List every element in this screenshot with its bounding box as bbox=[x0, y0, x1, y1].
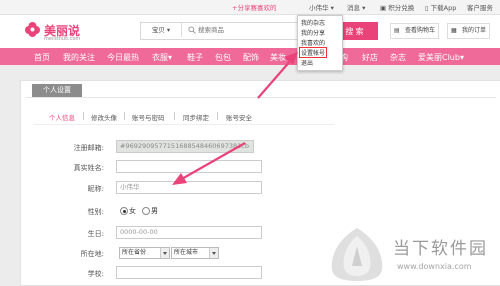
school-field[interactable] bbox=[116, 266, 262, 279]
nickname-field[interactable]: 小伟华 bbox=[116, 181, 262, 194]
nickname-label: 昵称: bbox=[87, 185, 104, 193]
chevron-down-icon bbox=[209, 248, 218, 258]
school-label: 学校: bbox=[87, 270, 104, 278]
province-select-label: 所在省份 bbox=[122, 249, 147, 256]
download-label: 下载App bbox=[430, 4, 457, 12]
nav-item-home[interactable]: 首页 bbox=[34, 52, 50, 63]
email-field: #9692909577151688548460697381cb bbox=[116, 140, 254, 153]
subtab-account-password[interactable]: 账号与密码 bbox=[132, 112, 165, 122]
view-cart-button[interactable]: ▤ 查看购物车 bbox=[390, 23, 440, 39]
nav-item-club[interactable]: 爱美丽Club▾ bbox=[418, 52, 464, 63]
city-select[interactable]: 所在城市 bbox=[171, 247, 219, 259]
menu-item-my-magazine[interactable]: 我的杂志 bbox=[301, 18, 325, 27]
logo-flower-icon[interactable] bbox=[24, 21, 41, 38]
subtab-separator bbox=[217, 112, 218, 120]
points-label: 积分兑换 bbox=[388, 4, 415, 12]
nav-item-magazine[interactable]: 杂志 bbox=[390, 52, 406, 63]
gender-female-radio[interactable] bbox=[120, 207, 128, 215]
user-menu[interactable]: 小伟华 ▾ bbox=[309, 2, 334, 12]
logo-subtitle: meilishuo.com bbox=[44, 36, 81, 42]
orders-icon: ▦ bbox=[451, 27, 457, 34]
menu-item-my-likes[interactable]: 我喜欢的 bbox=[301, 38, 325, 47]
menu-item-logout[interactable]: 退出 bbox=[301, 58, 313, 67]
menu-item-account-settings[interactable]: 设置帐号 bbox=[299, 47, 328, 58]
tab-personal-settings[interactable]: 个人设置 bbox=[32, 84, 82, 97]
subtab-account-security[interactable]: 账号安全 bbox=[226, 112, 252, 122]
location-label: 所在地: bbox=[80, 250, 104, 258]
nav-club-label: 爱美丽Club bbox=[418, 53, 460, 62]
my-orders-label: 我的订单 bbox=[462, 27, 487, 34]
customer-service-link[interactable]: 客户服务 bbox=[467, 2, 493, 12]
view-cart-label: 查看购物车 bbox=[405, 27, 436, 34]
nav-item-bags[interactable]: 包包 bbox=[215, 52, 231, 63]
watermark-url: www.downxia.com bbox=[397, 262, 472, 271]
nav-item-accessories[interactable]: 配饰 bbox=[243, 52, 259, 63]
my-orders-button[interactable]: ▦ 我的订单 bbox=[447, 23, 491, 39]
menu-item-my-shares[interactable]: 我的分享 bbox=[301, 28, 325, 37]
chevron-down-icon bbox=[160, 248, 169, 258]
subtab-sync-binding[interactable]: 同步绑定 bbox=[183, 112, 209, 122]
subtab-personal-info[interactable]: 个人信息 bbox=[49, 112, 75, 122]
top-bar: +分享赛喜欢的 小伟华 ▾ 消息 ▾ ▣ 积分兑换 ▯ 下载App 客户服务 bbox=[0, 0, 500, 15]
nav-item-shoes[interactable]: 鞋子 bbox=[187, 52, 203, 63]
watermark-title: 当下软件园 bbox=[393, 239, 488, 259]
nav-item-beauty[interactable]: 美妆 bbox=[270, 52, 286, 63]
real-name-field[interactable] bbox=[116, 160, 262, 173]
province-select[interactable]: 所在省份 bbox=[119, 247, 170, 259]
subtab-change-avatar[interactable]: 修改头像 bbox=[91, 112, 117, 122]
city-select-label: 所在城市 bbox=[174, 249, 199, 256]
nav-item-hot-today[interactable]: 今日最热 bbox=[107, 52, 139, 63]
birthday-field[interactable]: 0000-00-00 bbox=[116, 226, 262, 239]
gender-male-radio[interactable] bbox=[142, 207, 150, 215]
subtab-separator bbox=[83, 112, 84, 120]
messages-label: 消息 bbox=[347, 4, 360, 12]
phone-icon: ▯ bbox=[425, 4, 429, 12]
nav-item-good-shops[interactable]: 好店 bbox=[362, 52, 378, 63]
user-name: 小伟华 bbox=[309, 4, 329, 12]
main-nav: 首页 我的关注 今日最热 衣服▾ 鞋子 包包 配饰 美妆 家居 购 好店 杂志 … bbox=[0, 48, 500, 65]
gift-icon: ▣ bbox=[380, 4, 387, 12]
cart-icon: ▤ bbox=[394, 27, 400, 34]
watermark-logo-icon bbox=[331, 228, 383, 281]
gender-female-label: 女 bbox=[129, 207, 136, 215]
birthday-label: 生日: bbox=[87, 230, 104, 238]
messages-link[interactable]: 消息 ▾ bbox=[347, 2, 365, 12]
gender-label: 性别: bbox=[87, 208, 104, 216]
share-link[interactable]: +分享赛喜欢的 bbox=[232, 2, 276, 12]
points-link[interactable]: ▣ 积分兑换 bbox=[380, 2, 414, 12]
nav-item-clothes[interactable]: 衣服▾ bbox=[152, 52, 172, 63]
panel-divider bbox=[26, 97, 496, 98]
subtab-divider bbox=[34, 124, 334, 125]
search-category-label: 宝贝 bbox=[151, 26, 165, 34]
subtab-separator bbox=[124, 112, 125, 120]
subtab-separator bbox=[174, 112, 175, 120]
nav-clothes-label: 衣服 bbox=[152, 53, 168, 62]
nav-item-following[interactable]: 我的关注 bbox=[63, 52, 95, 63]
search-category-select[interactable]: 宝贝 ▾ bbox=[141, 23, 182, 37]
gender-male-label: 男 bbox=[151, 207, 158, 215]
download-app-link[interactable]: ▯ 下载App bbox=[425, 2, 456, 12]
real-name-label: 真实姓名: bbox=[73, 164, 104, 172]
email-label: 注册邮箱: bbox=[73, 144, 104, 152]
